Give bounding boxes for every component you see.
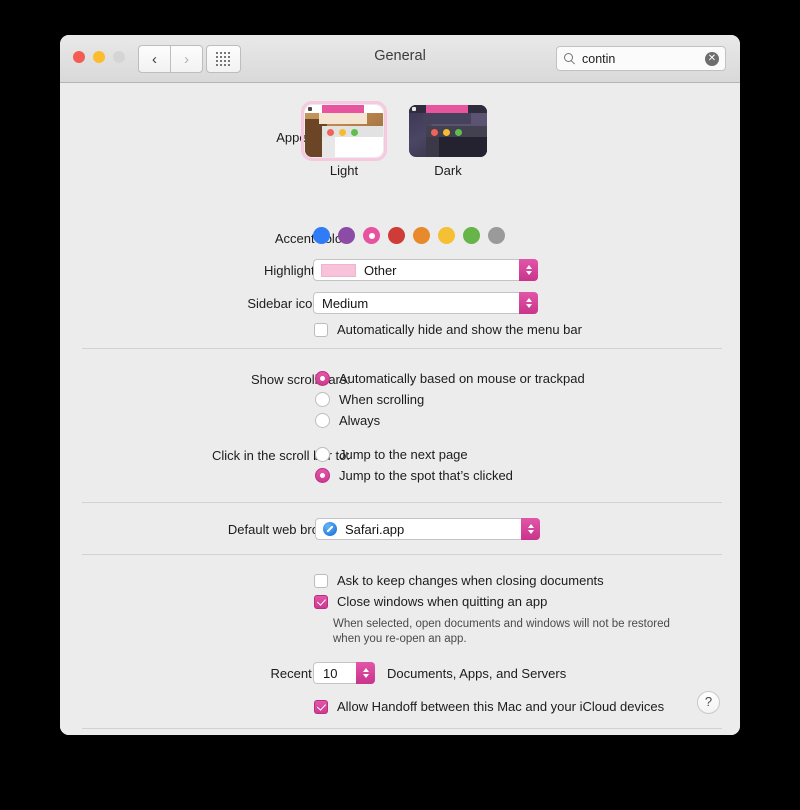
- appearance-option-dark[interactable]: Dark: [409, 105, 487, 178]
- accent-swatch-yellow[interactable]: [438, 227, 455, 244]
- screen: ‹ › General contin ✕ Light Dark Accent c…: [0, 0, 800, 810]
- auto-hide-menu-bar-checkbox[interactable]: [314, 322, 328, 337]
- separator-3: [82, 554, 722, 555]
- auto-hide-menu-bar-label: Automatically hide and show the menu bar: [337, 322, 582, 337]
- scrollbar-option-when-scrolling[interactable]: When scrolling: [315, 392, 585, 407]
- window-titlebar: ‹ › General contin ✕: [60, 35, 740, 83]
- recent-items-stepper-icon[interactable]: [356, 662, 375, 684]
- thumbnail-traffic-lights: [327, 129, 358, 136]
- preferences-content: Appearance:: [60, 83, 740, 735]
- click-scroll-spot-clicked-label: Jump to the spot that’s clicked: [339, 468, 513, 483]
- appearance-option-light[interactable]: Light: [301, 101, 387, 178]
- accent-swatch-pink[interactable]: [363, 227, 380, 244]
- scrollbar-when-scrolling-radio[interactable]: [315, 392, 330, 407]
- close-windows-row[interactable]: Close windows when quitting an app: [314, 594, 547, 609]
- scrollbar-automatic-radio[interactable]: [315, 371, 330, 386]
- sidebar-icon-size-value: Medium: [322, 295, 369, 311]
- scrollbar-always-radio[interactable]: [315, 413, 330, 428]
- close-windows-help-text: When selected, open documents and window…: [333, 618, 670, 645]
- close-windows-label: Close windows when quitting an app: [337, 594, 548, 609]
- search-field[interactable]: contin ✕: [556, 46, 726, 71]
- thumbnail-traffic-lights: [431, 129, 462, 136]
- accent-swatch-graphite[interactable]: [488, 227, 505, 244]
- separator-4: [82, 728, 722, 729]
- appearance-light-label: Light: [329, 163, 359, 178]
- click-scroll-option-spot-clicked[interactable]: Jump to the spot that’s clicked: [315, 468, 513, 483]
- handoff-checkbox[interactable]: [314, 699, 328, 714]
- scrollbar-option-automatic[interactable]: Automatically based on mouse or trackpad: [315, 371, 585, 386]
- default-web-browser-popup[interactable]: Safari.app: [315, 518, 540, 540]
- accent-swatch-red[interactable]: [388, 227, 405, 244]
- system-preferences-window: ‹ › General contin ✕ Light Dark Accent c…: [60, 35, 740, 735]
- scrollbar-always-label: Always: [339, 413, 381, 428]
- click-scroll-bar-radiogroup: Jump to the next page Jump to the spot t…: [315, 447, 513, 483]
- ask-keep-changes-label: Ask to keep changes when closing documen…: [337, 573, 604, 588]
- ask-keep-changes-row[interactable]: Ask to keep changes when closing documen…: [314, 573, 604, 588]
- clear-search-icon[interactable]: ✕: [705, 51, 719, 66]
- light-theme-thumbnail[interactable]: [301, 101, 387, 161]
- highlight-color-popup[interactable]: Other: [313, 259, 538, 281]
- click-scroll-option-next-page[interactable]: Jump to the next page: [315, 447, 513, 462]
- safari-icon: [323, 522, 337, 536]
- search-input[interactable]: contin: [582, 52, 705, 66]
- handoff-row[interactable]: Allow Handoff between this Mac and your …: [314, 699, 664, 714]
- recent-items-suffix-label: Documents, Apps, and Servers: [387, 666, 567, 681]
- recent-items-stepper[interactable]: 10: [313, 662, 375, 684]
- scrollbar-automatic-label: Automatically based on mouse or trackpad: [339, 371, 585, 386]
- sidebar-icon-size-stepper-icon[interactable]: [519, 292, 538, 314]
- click-scroll-spot-clicked-radio[interactable]: [315, 468, 330, 483]
- accent-swatch-orange[interactable]: [413, 227, 430, 244]
- recent-items-value[interactable]: 10: [323, 666, 337, 681]
- default-web-browser-value: Safari.app: [345, 521, 405, 537]
- scrollbar-when-scrolling-label: When scrolling: [339, 392, 425, 407]
- separator-2: [82, 502, 722, 503]
- ask-keep-changes-checkbox[interactable]: [314, 573, 328, 588]
- scrollbar-option-always[interactable]: Always: [315, 413, 585, 428]
- dark-theme-thumbnail[interactable]: [409, 105, 487, 157]
- sidebar-icon-size-popup[interactable]: Medium: [313, 292, 538, 314]
- accent-swatch-green[interactable]: [463, 227, 480, 244]
- appearance-options: Light Dark: [301, 101, 487, 178]
- accent-swatch-blue[interactable]: [313, 227, 330, 244]
- highlight-color-value: Other: [364, 262, 397, 278]
- highlight-color-swatch: [321, 263, 356, 277]
- help-button[interactable]: ?: [697, 691, 720, 714]
- auto-hide-menu-bar-row[interactable]: Automatically hide and show the menu bar: [314, 322, 582, 337]
- accent-swatch-purple[interactable]: [338, 227, 355, 244]
- default-web-browser-stepper-icon[interactable]: [521, 518, 540, 540]
- search-icon: [564, 52, 576, 65]
- click-scroll-next-page-label: Jump to the next page: [339, 447, 468, 462]
- highlight-color-stepper-icon[interactable]: [519, 259, 538, 281]
- accent-color-swatches: [313, 227, 505, 244]
- close-windows-checkbox[interactable]: [314, 594, 328, 609]
- separator-1: [82, 348, 722, 349]
- click-scroll-next-page-radio[interactable]: [315, 447, 330, 462]
- handoff-label: Allow Handoff between this Mac and your …: [337, 699, 665, 714]
- appearance-dark-label: Dark: [434, 163, 462, 178]
- show-scroll-bars-radiogroup: Automatically based on mouse or trackpad…: [315, 371, 585, 428]
